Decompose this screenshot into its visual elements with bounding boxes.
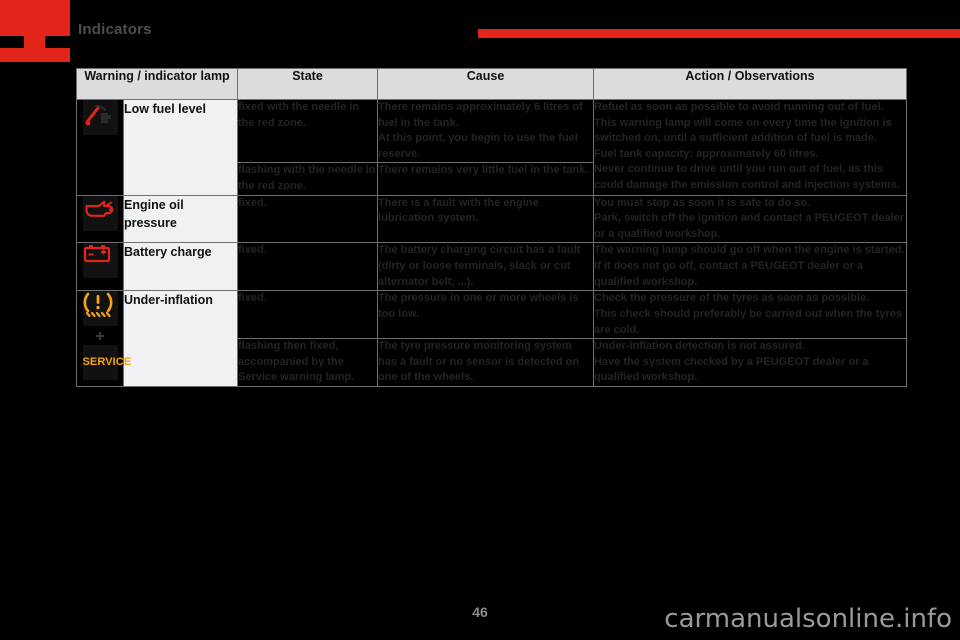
logo-notch-right <box>45 36 70 48</box>
warning-lamp-table-container: Warning / indicator lamp State Cause Act… <box>75 68 908 387</box>
cell-line: flashing then fixed, accompanied by the … <box>238 340 355 384</box>
table-header: Warning / indicator lamp State Cause Act… <box>75 68 908 100</box>
warning-lamp-table: Warning / indicator lamp State Cause Act… <box>75 68 908 387</box>
state-cell: fixed with the needle in the red zone. <box>237 98 379 164</box>
lamp-name-cell: Under-inflation <box>122 290 239 387</box>
cell-line: Under-inflation detection is not assured… <box>594 340 805 353</box>
cause-cell: There remains very little fuel in the ta… <box>377 162 595 196</box>
action-cell: Check the pressure of the tyres as soon … <box>593 290 908 340</box>
battery-icon <box>82 243 118 279</box>
cell-line: You must stop as soon it is safe to do s… <box>594 196 811 209</box>
column-header-cause: Cause <box>377 68 595 100</box>
table-row: Low fuel level fixed with the needle in t… <box>76 98 908 196</box>
lamp-name-cell: Battery charge <box>122 242 239 292</box>
table-row: Engine oil pressure fixed. There is a faul… <box>76 194 908 244</box>
watermark: carmanualsonline.info <box>664 604 952 634</box>
cell-line: The battery charging circuit has a fault… <box>378 244 581 288</box>
cause-cell: The tyre pressure monitoring system has … <box>377 338 595 387</box>
cell-line: The pressure in one or more wheels is to… <box>378 292 579 320</box>
table-header-row: Warning / indicator lamp State Cause Act… <box>75 68 908 100</box>
cause-cell: There remains approximately 6 litres of … <box>377 98 595 164</box>
state-cell: fixed. <box>237 290 379 340</box>
cell-line: There remains very little fuel in the ta… <box>378 164 589 177</box>
logo-notch-left <box>0 36 24 48</box>
cell-line: flashing with the needle in the red zone… <box>238 164 376 193</box>
oil-can-icon <box>82 195 118 231</box>
action-cell: Under-inflation detection is not assured… <box>593 338 908 387</box>
cause-cell: The pressure in one or more wheels is to… <box>377 290 595 340</box>
column-header-state: State <box>237 68 379 100</box>
state-cell: fixed. <box>237 194 379 244</box>
column-header-lamp: Warning / indicator lamp <box>75 68 239 100</box>
tyre-pressure-icon <box>82 291 118 327</box>
service-plus-icon: ✚ <box>95 331 105 344</box>
cause-cell: There is a fault with the engine lubrica… <box>377 194 595 244</box>
cell-line: fixed. <box>238 196 267 209</box>
cell-line: The tyre pressure monitoring system has … <box>378 340 580 384</box>
action-cell: You must stop as soon it is safe to do s… <box>593 194 908 244</box>
page-header: Indicators <box>0 0 960 68</box>
cell-line: fixed. <box>238 292 267 305</box>
fuel-gauge-icon <box>82 100 118 135</box>
cause-cell: The battery charging circuit has a fault… <box>377 242 595 292</box>
cell-line: There is a fault with the engine lubrica… <box>378 196 539 225</box>
page-title: Indicators <box>78 21 152 38</box>
cell-line: Never continue to drive until you run ou… <box>594 163 900 192</box>
cell-line: Park, switch off the ignition and contac… <box>594 212 904 240</box>
cell-line: fixed. <box>238 244 267 257</box>
brand-logo-icon <box>0 0 70 62</box>
table-row: ✚ SERVICE Under-inflation fixed. The pressur… <box>76 290 908 387</box>
lamp-icon-cell <box>76 194 124 244</box>
service-warning-lamp-badge: SERVICE <box>82 345 131 381</box>
lamp-icon-cell: ✚ SERVICE <box>76 290 131 387</box>
table-row: Battery charge fixed. The battery charging… <box>76 242 908 292</box>
action-cell: The warning lamp should go off when the … <box>593 242 908 292</box>
cell-line: Check the pressure of the tyres as soon … <box>594 292 870 305</box>
cell-line: At this point, you begin to use the fuel… <box>378 132 578 160</box>
lamp-icon-cell <box>76 242 124 292</box>
cell-line: There remains approximately 6 litres of … <box>378 101 583 129</box>
lamp-icon-cell <box>76 99 124 196</box>
state-cell: fixed. <box>237 242 379 292</box>
action-cell: Refuel as soon as possible to avoid runn… <box>593 99 908 196</box>
lamp-name-cell: Low fuel level <box>122 99 239 196</box>
cell-line: Have the system checked by a PEUGEOT dea… <box>594 355 869 384</box>
cell-line: Refuel as soon as possible to avoid runn… <box>594 101 884 113</box>
state-cell: flashing with the needle in the red zone… <box>237 162 379 196</box>
cell-line: fixed with the needle in the red zone. <box>238 101 360 129</box>
column-header-action: Action / Observations <box>593 68 908 100</box>
cell-line: This check should preferably be carried … <box>594 307 903 336</box>
table-body: Low fuel level fixed with the needle in t… <box>76 98 908 387</box>
lamp-name-cell: Engine oil pressure <box>122 194 239 244</box>
cell-line: Fuel tank capacity: approximately 60 lit… <box>594 147 819 160</box>
state-cell: flashing then fixed, accompanied by the … <box>237 338 379 387</box>
cell-line: This warning lamp will come on every tim… <box>594 116 892 145</box>
cell-line: The warning lamp should go off when the … <box>594 244 905 257</box>
cell-line: If it does not go off, contact a PEUGEOT… <box>594 260 863 288</box>
header-rule <box>478 29 960 38</box>
